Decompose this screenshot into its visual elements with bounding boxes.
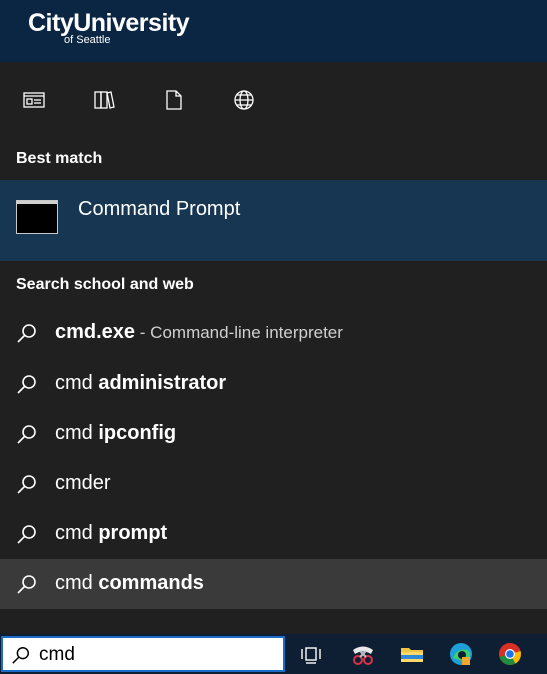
file-explorer-icon[interactable] xyxy=(398,640,426,668)
best-match-heading: Best match xyxy=(16,150,103,167)
search-input[interactable] xyxy=(39,643,269,667)
university-banner: CityUniversity of Seattle xyxy=(0,0,547,62)
web-result[interactable]: cmd commands xyxy=(0,559,547,609)
best-match-command-prompt[interactable]: Command Prompt xyxy=(0,180,547,261)
apps-filter-icon[interactable] xyxy=(22,88,48,112)
taskbar-search-box[interactable] xyxy=(1,636,285,672)
command-prompt-icon xyxy=(16,200,58,234)
result-bold: commands xyxy=(98,572,204,594)
result-plain: cmd xyxy=(55,522,99,544)
web-results-heading: Search school and web xyxy=(16,276,194,293)
result-plain: cmd xyxy=(55,422,99,444)
result-plain: cmd xyxy=(55,372,99,394)
search-icon xyxy=(17,575,36,594)
university-logo: CityUniversity of Seattle xyxy=(28,9,190,46)
search-icon xyxy=(17,475,36,494)
search-filter-bar xyxy=(0,88,547,112)
brand-subtitle: of Seattle xyxy=(64,34,111,46)
brand-name: CityUniversity xyxy=(28,9,190,37)
web-result[interactable]: cmd.exe - Command-line interpreter xyxy=(0,308,547,358)
result-bold: cmd.exe xyxy=(55,321,136,343)
web-result[interactable]: cmd prompt xyxy=(0,509,547,559)
file-filter-icon[interactable] xyxy=(162,88,188,112)
result-description: - Command-line interpreter xyxy=(135,323,343,342)
web-result[interactable]: cmder xyxy=(0,459,547,509)
search-icon xyxy=(12,647,29,664)
web-filter-icon[interactable] xyxy=(232,88,258,112)
chrome-icon[interactable] xyxy=(496,640,524,668)
best-match-title: Command Prompt xyxy=(78,198,241,220)
edge-icon[interactable] xyxy=(447,640,475,668)
result-plain: cmder xyxy=(55,472,111,494)
taskbar xyxy=(0,634,547,674)
documents-filter-icon[interactable] xyxy=(92,88,118,112)
search-icon xyxy=(17,324,36,343)
result-bold: prompt xyxy=(98,522,168,544)
result-bold: administrator xyxy=(98,372,227,394)
search-icon xyxy=(17,375,36,394)
search-icon xyxy=(17,525,36,544)
task-view-icon[interactable] xyxy=(297,640,325,668)
web-result[interactable]: cmd ipconfig xyxy=(0,409,547,459)
search-icon xyxy=(17,425,36,444)
result-bold: ipconfig xyxy=(98,422,177,444)
snipping-tool-icon[interactable] xyxy=(349,640,377,668)
result-plain: cmd xyxy=(55,572,99,594)
web-result[interactable]: cmd administrator xyxy=(0,359,547,409)
